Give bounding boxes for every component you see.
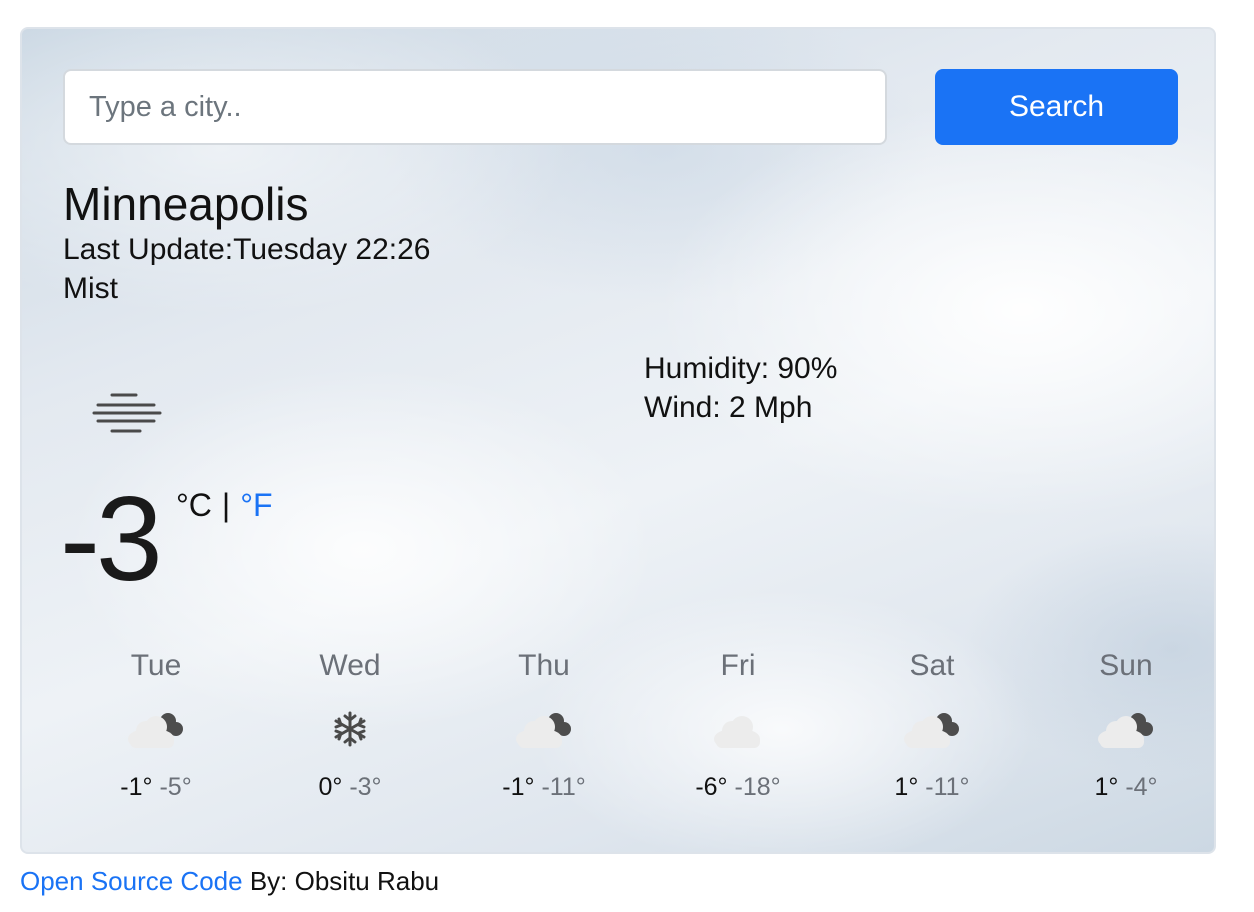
forecast-temps: 1° -4°	[1031, 773, 1214, 802]
forecast-day: Wed 0° -3°	[255, 649, 445, 802]
wind-speed: Wind: 2 Mph	[644, 391, 813, 424]
current-temperature: -3	[60, 472, 163, 606]
open-source-link[interactable]: Open Source Code	[20, 866, 243, 896]
footer: Open Source Code By: Obsitu Rabu	[20, 866, 439, 897]
forecast-min: -5°	[159, 773, 192, 801]
forecast-min: -4°	[1125, 773, 1158, 801]
forecast-day-name: Sat	[909, 649, 955, 682]
forecast-min: -11°	[925, 773, 970, 801]
forecast-max: -1°	[120, 773, 153, 801]
forecast-day: Tue -1° -5°	[61, 649, 251, 802]
forecast-day-name: Wed	[319, 649, 381, 682]
humidity: Humidity: 90%	[644, 352, 838, 385]
forecast: Tue -1° -5° Wed 0° -3° Thu -1° -11° Fri …	[42, 649, 1208, 819]
partly-cloudy-night-icon	[900, 703, 964, 751]
forecast-max: 1°	[894, 773, 919, 801]
forecast-day-name: Thu	[518, 649, 570, 682]
city-search-input[interactable]	[63, 69, 887, 145]
fahrenheit-link[interactable]: °F	[240, 487, 272, 523]
partly-cloudy-night-icon	[124, 703, 188, 751]
forecast-temps: 1° -11°	[837, 773, 1027, 802]
weather-details: Humidity: 90% Wind: 2 Mph	[644, 349, 837, 427]
forecast-day: Thu -1° -11°	[449, 649, 639, 802]
partly-cloudy-night-icon	[1094, 703, 1158, 751]
partly-cloudy-night-icon	[512, 703, 576, 751]
forecast-day: Fri -6° -18°	[643, 649, 833, 802]
forecast-max: -6°	[695, 773, 728, 801]
snowflake-icon	[334, 711, 366, 747]
city-name: Minneapolis	[63, 178, 309, 230]
forecast-min: -3°	[349, 773, 382, 801]
forecast-temps: -1° -5°	[61, 773, 251, 802]
forecast-max: 1°	[1094, 773, 1119, 801]
unit-toggle: °C | °F	[176, 487, 273, 524]
forecast-max: 0°	[318, 773, 343, 801]
forecast-min: -11°	[541, 773, 586, 801]
forecast-day-name: Fri	[720, 649, 756, 682]
cloud-icon	[706, 703, 770, 751]
forecast-temps: -1° -11°	[449, 773, 639, 802]
forecast-max: -1°	[502, 773, 535, 801]
search-button[interactable]: Search	[935, 69, 1178, 145]
weather-card: Search Minneapolis Last Update:Tuesday 2…	[20, 27, 1216, 854]
forecast-day-name: Tue	[130, 649, 182, 682]
celsius-unit[interactable]: °C	[176, 487, 212, 523]
mist-icon	[92, 393, 162, 433]
footer-byline: By: Obsitu Rabu	[242, 866, 440, 896]
last-update: Last Update:Tuesday 22:26	[63, 233, 431, 266]
forecast-day-name: Sun	[1099, 649, 1153, 682]
forecast-day: Sun 1° -4°	[1031, 649, 1214, 802]
weather-description: Mist	[63, 272, 118, 305]
unit-separator: |	[221, 487, 231, 523]
forecast-temps: -6° -18°	[643, 773, 833, 802]
forecast-min: -18°	[734, 773, 781, 801]
forecast-temps: 0° -3°	[255, 773, 445, 802]
forecast-day: Sat 1° -11°	[837, 649, 1027, 802]
